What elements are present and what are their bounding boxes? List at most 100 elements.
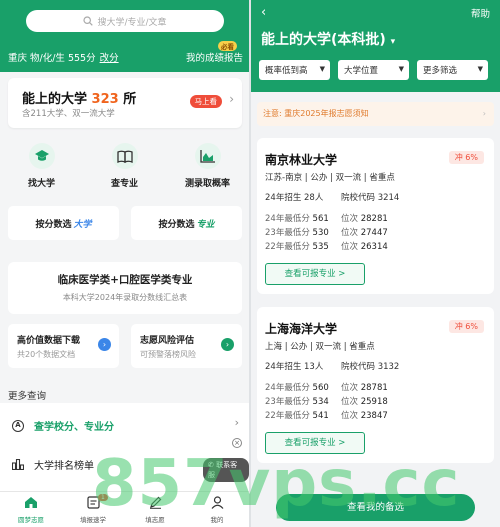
search-icon bbox=[83, 16, 94, 26]
probability-tag: 冲 6% bbox=[448, 320, 484, 333]
contact-support-label: 联系客服 bbox=[208, 461, 238, 479]
quick-actions: 找大学 查专业 测录取概率 bbox=[0, 143, 249, 193]
min-score: 561 bbox=[312, 214, 329, 224]
eligible-title-suffix: 所 bbox=[118, 92, 137, 107]
sort-filter-dropdown[interactable]: 概率低到高 ▼ bbox=[259, 60, 330, 80]
chart-icon bbox=[194, 143, 221, 169]
eligible-universities-card[interactable]: 能上的大学 323 所 含211大学、双一流大学 马上看 › bbox=[8, 78, 242, 128]
close-icon[interactable]: × bbox=[232, 438, 242, 448]
change-score-link[interactable]: 改分 bbox=[100, 53, 119, 64]
choose-major-by-score-button[interactable]: 按分数选 专业 bbox=[131, 206, 242, 240]
home-panel: 搜大学/专业/文章 重庆 物/化/生 555分 改分 必看 我的成绩报告 能上的大… bbox=[0, 0, 249, 527]
university-meta: 江苏-南京 | 公办 | 双一流 | 省重点 bbox=[265, 173, 395, 183]
list-item-university-rankings[interactable]: 大学排名榜单 bbox=[12, 457, 94, 472]
medical-major-banner[interactable]: 临床医学类+口腔医学类专业 本科大学2024年录取分数线汇总表 bbox=[8, 262, 242, 314]
caret-down-icon: ▼ bbox=[319, 65, 325, 73]
search-input[interactable]: 搜大学/专业/文章 bbox=[26, 10, 224, 32]
list-item-label: 查学校分、专业分 bbox=[34, 422, 114, 433]
home-header: 搜大学/专业/文章 重庆 物/化/生 555分 改分 必看 我的成绩报告 bbox=[0, 0, 249, 72]
tile-subtitle: 可预警落榜风险 bbox=[140, 350, 196, 359]
location-filter-dropdown[interactable]: 大学位置 ▼ bbox=[338, 60, 409, 80]
eligible-title: 能上的大学 323 所 bbox=[22, 88, 136, 107]
year-label: 22年最低分 bbox=[265, 411, 310, 421]
notice-banner[interactable]: 注意: 重庆2025年报志愿须知 › bbox=[257, 102, 494, 126]
university-meta: 上海 | 公办 | 双一流 | 省重点 bbox=[265, 342, 375, 352]
admission-probability-button[interactable]: 测录取概率 bbox=[166, 143, 249, 193]
rank-row: 位次 28281 bbox=[341, 212, 388, 224]
rank-value: 27447 bbox=[360, 228, 388, 238]
view-now-button[interactable]: 马上看 bbox=[189, 95, 222, 108]
chevron-right-icon: › bbox=[229, 92, 234, 106]
chevron-right-icon: › bbox=[234, 416, 239, 429]
rank-value: 25918 bbox=[360, 397, 388, 407]
results-panel: ‹ 帮助 能上的大学(本科批) ▾ 概率低到高 ▼ 大学位置 ▼ 更多筛选 ▼ 注意:… bbox=[251, 0, 500, 527]
min-score: 560 bbox=[312, 383, 329, 393]
year-label: 23年最低分 bbox=[265, 397, 310, 407]
score-report-link[interactable]: 我的成绩报告 bbox=[186, 50, 243, 64]
choose-university-by-score-button[interactable]: 按分数选 大学 bbox=[8, 206, 119, 240]
tab-quick-learn[interactable]: 1 填报速学 bbox=[62, 492, 124, 527]
rank-label: 位次 bbox=[341, 242, 359, 252]
search-major-label: 查专业 bbox=[110, 179, 138, 189]
tile-subtitle: 共20个数据文档 bbox=[17, 350, 76, 359]
year-label: 22年最低分 bbox=[265, 242, 310, 252]
min-score-row: 24年最低分 561 bbox=[265, 212, 329, 224]
year-label: 24年最低分 bbox=[265, 383, 310, 393]
university-keyword: 大学 bbox=[73, 219, 92, 230]
banner-title: 临床医学类+口腔医学类专业 bbox=[57, 274, 193, 286]
rank-row: 位次 28781 bbox=[341, 381, 388, 393]
page-title[interactable]: 能上的大学(本科批) ▾ bbox=[261, 29, 395, 49]
chevron-left-icon[interactable]: ‹ bbox=[261, 5, 266, 20]
min-score-row: 23年最低分 530 bbox=[265, 226, 329, 238]
help-link[interactable]: 帮助 bbox=[471, 6, 490, 20]
school-code: 院校代码 3214 bbox=[341, 193, 400, 203]
tab-notification-badge: 1 bbox=[98, 494, 108, 501]
chevron-right-icon: › bbox=[221, 338, 234, 351]
rank-label: 位次 bbox=[341, 397, 359, 407]
filter-label: 大学位置 bbox=[344, 66, 379, 76]
find-university-button[interactable]: 找大学 bbox=[0, 143, 83, 193]
score-query-icon: A bbox=[12, 419, 24, 432]
tab-home[interactable]: 圆梦志愿 bbox=[0, 492, 62, 527]
university-card[interactable]: 上海海洋大学 冲 6% 上海 | 公办 | 双一流 | 省重点 24年招生 13… bbox=[257, 307, 494, 463]
min-score: 530 bbox=[312, 228, 329, 238]
ranking-icon bbox=[12, 459, 24, 470]
pen-icon bbox=[149, 496, 161, 509]
admission-probability-label: 测录取概率 bbox=[184, 179, 230, 189]
min-score-row: 22年最低分 541 bbox=[265, 409, 329, 421]
min-score: 535 bbox=[312, 242, 329, 252]
more-filter-dropdown[interactable]: 更多筛选 ▼ bbox=[417, 60, 488, 80]
tab-profile[interactable]: 我的 bbox=[186, 492, 248, 527]
filter-label: 概率低到高 bbox=[265, 66, 308, 76]
score-info: 重庆 物/化/生 555分 改分 bbox=[8, 50, 119, 64]
rank-label: 位次 bbox=[341, 214, 359, 224]
home-icon bbox=[25, 497, 37, 508]
bottom-tab-bar: 圆梦志愿 1 填报速学 填志愿 我的 bbox=[0, 491, 249, 527]
contact-support-button[interactable]: ✆ 联系客服 bbox=[203, 458, 249, 482]
book-icon bbox=[111, 143, 138, 169]
view-majors-button[interactable]: 查看可报专业 > bbox=[265, 263, 365, 285]
enrollment-plan: 24年招生 28人 bbox=[265, 193, 324, 203]
page-title-text: 能上的大学(本科批) bbox=[261, 32, 386, 48]
score-profile-text: 重庆 物/化/生 555分 bbox=[8, 53, 96, 64]
university-card[interactable]: 南京林业大学 冲 6% 江苏-南京 | 公办 | 双一流 | 省重点 24年招生… bbox=[257, 138, 494, 294]
view-majors-button[interactable]: 查看可报专业 > bbox=[265, 432, 365, 454]
list-item-school-major-scores[interactable]: A 查学校分、专业分 bbox=[12, 418, 114, 433]
rank-value: 28781 bbox=[360, 383, 388, 393]
choose-by-score-label: 按分数选 bbox=[158, 219, 195, 230]
search-major-button[interactable]: 查专业 bbox=[83, 143, 166, 193]
filter-label: 更多筛选 bbox=[423, 66, 458, 76]
risk-assessment-tile[interactable]: 志愿风险评估 可预警落榜风险 › bbox=[131, 324, 242, 368]
tab-label: 填志愿 bbox=[145, 516, 165, 524]
tab-fill-application[interactable]: 填志愿 bbox=[124, 492, 186, 527]
university-name: 上海海洋大学 bbox=[265, 322, 338, 336]
results-header: ‹ 帮助 能上的大学(本科批) ▾ 概率低到高 ▼ 大学位置 ▼ 更多筛选 ▼ bbox=[251, 0, 500, 92]
major-keyword: 专业 bbox=[196, 219, 215, 230]
view-my-choices-button[interactable]: 查看我的备选 bbox=[276, 494, 475, 521]
choose-by-score-label: 按分数选 bbox=[35, 219, 72, 230]
data-download-tile[interactable]: 高价值数据下载 共20个数据文档 › bbox=[8, 324, 119, 368]
caret-down-icon: ▼ bbox=[477, 65, 483, 73]
graduation-cap-icon bbox=[28, 143, 55, 169]
rank-row: 位次 27447 bbox=[341, 226, 388, 238]
eligible-count: 323 bbox=[91, 92, 119, 107]
